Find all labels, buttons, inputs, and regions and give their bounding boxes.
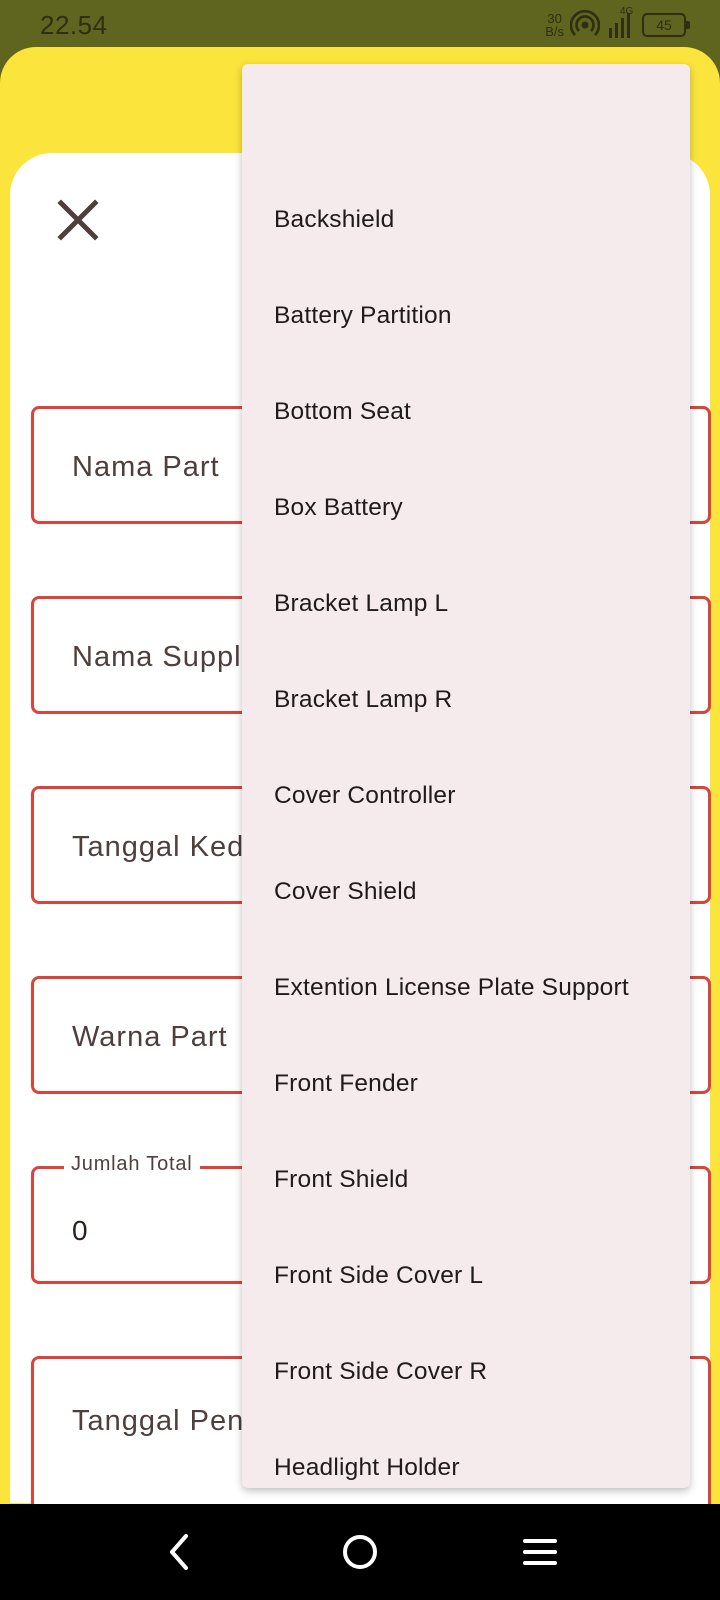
hotspot-icon bbox=[570, 10, 600, 36]
status-time: 22.54 bbox=[40, 10, 108, 40]
menu-item[interactable]: Box Battery bbox=[274, 494, 403, 534]
nama-supplier-label: Nama Suppl bbox=[72, 641, 242, 673]
menu-item[interactable]: Battery Partition bbox=[274, 302, 452, 342]
status-bar: 22.54 30 B/s 4G 45 bbox=[0, 0, 720, 50]
jumlah-total-label: Jumlah Total bbox=[64, 1153, 200, 1176]
menu-item[interactable]: Extention License Plate Support bbox=[274, 974, 629, 1014]
menu-item[interactable]: Front Fender bbox=[274, 1070, 418, 1110]
part-dropdown-menu[interactable]: Backshield Battery Partition Bottom Seat… bbox=[242, 64, 690, 1488]
menu-item[interactable]: Backshield bbox=[274, 206, 394, 246]
menu-item[interactable]: Bracket Lamp R bbox=[274, 686, 452, 726]
back-icon[interactable] bbox=[158, 1530, 202, 1574]
menu-item[interactable]: Headlight Holder bbox=[274, 1454, 460, 1488]
menu-item[interactable]: Front Side Cover L bbox=[274, 1262, 483, 1302]
home-icon[interactable] bbox=[338, 1530, 382, 1574]
tanggal-penerimaan-label: Tanggal Pen bbox=[72, 1405, 245, 1437]
tanggal-kedatangan-label: Tanggal Ked bbox=[72, 831, 245, 863]
menu-item[interactable]: Front Side Cover R bbox=[274, 1358, 487, 1398]
system-nav-bar bbox=[0, 1504, 720, 1600]
jumlah-total-value: 0 bbox=[72, 1215, 88, 1246]
network-speed-unit: B/s bbox=[545, 24, 564, 39]
menu-item[interactable]: Bracket Lamp L bbox=[274, 590, 448, 630]
warna-part-label: Warna Part bbox=[72, 1021, 228, 1053]
menu-item[interactable]: Bottom Seat bbox=[274, 398, 411, 438]
status-icons: 30 B/s 4G 45 bbox=[545, 6, 690, 42]
nama-part-label: Nama Part bbox=[72, 451, 220, 483]
battery-icon: 45 bbox=[642, 13, 690, 37]
network-type: 4G bbox=[620, 6, 634, 17]
signal-indicator: 4G bbox=[606, 6, 636, 40]
network-speed: 30 B/s bbox=[545, 12, 564, 38]
menu-icon[interactable] bbox=[518, 1530, 562, 1574]
menu-item[interactable]: Cover Shield bbox=[274, 878, 417, 918]
menu-item[interactable]: Front Shield bbox=[274, 1166, 409, 1206]
menu-item[interactable]: Cover Controller bbox=[274, 782, 456, 822]
close-icon[interactable] bbox=[54, 196, 102, 244]
